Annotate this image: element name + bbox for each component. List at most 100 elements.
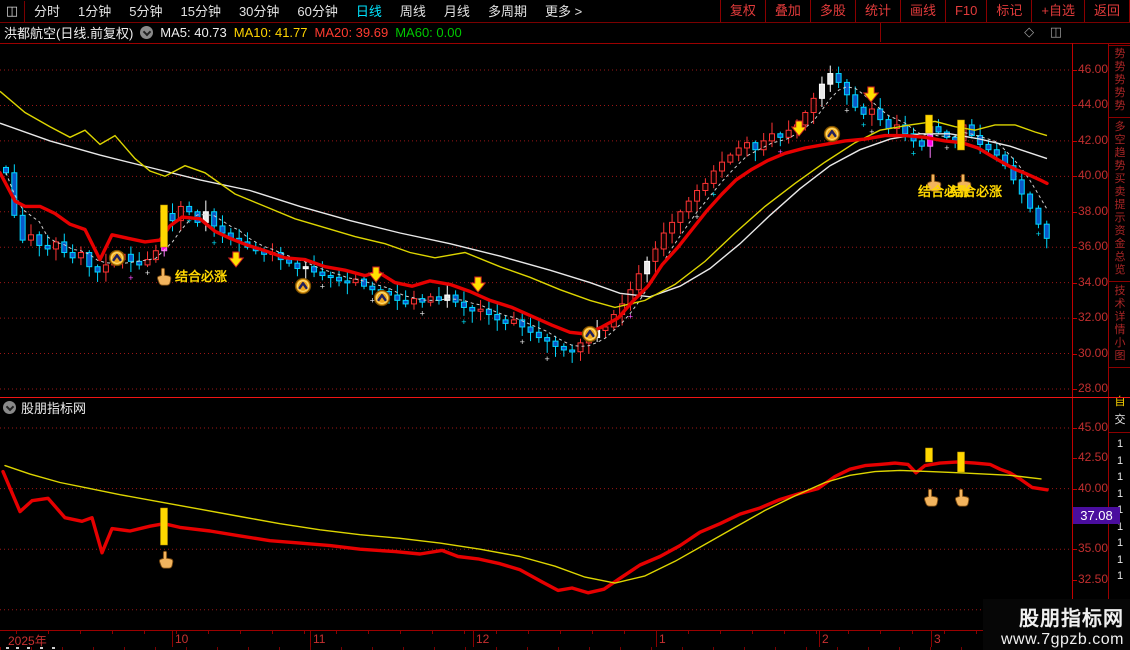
axis-tick <box>1072 176 1077 178</box>
x-axis-label: 12 <box>476 632 490 646</box>
x-minor-tick <box>272 631 273 634</box>
x-minor-tick <box>688 631 689 634</box>
x-axis: 2025年 10 11 12 1 2 3 <box>0 630 1130 648</box>
sidebar-item[interactable]: 术 <box>1109 298 1130 311</box>
x-minor-tick <box>752 631 753 634</box>
tab-分时[interactable]: 分时 <box>25 1 69 22</box>
x-axis-label: 10 <box>175 632 189 646</box>
sidebar-separator <box>1109 367 1130 368</box>
price-axis-label: 45.00 <box>1078 420 1109 434</box>
price-axis-label: 32.50 <box>1078 571 1109 586</box>
tab-60分钟[interactable]: 60分钟 <box>288 1 346 22</box>
watermark-title: 股朋指标网 <box>1019 608 1124 630</box>
tab-日线[interactable]: 日线 <box>347 1 391 22</box>
x-minor-tick <box>944 631 945 634</box>
price-axis-label: 38.00 <box>1078 203 1109 218</box>
x-axis-label: 2 <box>822 632 829 646</box>
tab-5分钟[interactable]: 5分钟 <box>120 1 171 22</box>
period-tabs: 分时 1分钟 5分钟 15分钟 30分钟 60分钟 日线 周线 月线 多周期 更多 > <box>25 0 591 22</box>
x-minor-tick <box>432 631 433 634</box>
x-minor-tick <box>400 631 401 634</box>
ma5-readout: MA5: 40.73 <box>160 25 227 40</box>
axis-tick <box>1072 247 1077 249</box>
axis-tick <box>1072 105 1077 107</box>
price-axis-label: 36.00 <box>1078 239 1109 254</box>
ma20-readout: MA20: 39.69 <box>314 25 389 40</box>
x-minor-tick <box>976 631 977 634</box>
sub-chart-panel[interactable] <box>0 416 1072 629</box>
tab-更多 >[interactable]: 更多 > <box>536 1 591 22</box>
price-axis-label: 32.00 <box>1078 310 1109 325</box>
axis-tick <box>1072 388 1077 390</box>
sidebar-item[interactable]: 资 <box>1109 225 1130 238</box>
current-value-badge: 37.08 <box>1073 507 1120 524</box>
axis-tick <box>1072 579 1077 581</box>
x-minor-tick <box>848 631 849 634</box>
axis-tick <box>1072 428 1077 429</box>
sidebar-separator <box>1109 45 1130 46</box>
x-axis-label: 1 <box>659 632 666 646</box>
x-minor-tick <box>144 631 145 634</box>
price-axis-label: 30.00 <box>1078 345 1109 360</box>
sidebar-item[interactable]: 卖 <box>1109 186 1130 199</box>
stock-title[interactable]: 洪都航空(日线.前复权) <box>4 23 133 42</box>
month-separator <box>656 631 657 647</box>
axis-tick <box>1072 318 1077 320</box>
sub-chart-title: 股朋指标网 <box>21 400 87 416</box>
x-minor-tick <box>336 631 337 634</box>
axis-tick <box>1072 458 1077 460</box>
axis-tick <box>1072 211 1077 213</box>
button-标记[interactable]: 标记 <box>987 0 1033 22</box>
sidebar-item[interactable]: 趋 <box>1109 147 1130 160</box>
tab-30分钟[interactable]: 30分钟 <box>230 1 288 22</box>
button-复权[interactable]: 复权 <box>721 0 766 22</box>
title-bar: 洪都航空(日线.前复权) MA5: 40.73 MA10: 41.77 MA20… <box>0 23 881 42</box>
price-axis-label: 42.00 <box>1078 132 1109 147</box>
sidebar-item[interactable]: 情 <box>1109 324 1130 337</box>
cropped-text-fragment <box>6 647 9 649</box>
chevron-down-icon[interactable] <box>140 26 154 39</box>
x-minor-tick <box>112 631 113 634</box>
cropped-text-fragment <box>27 647 30 649</box>
button-返回[interactable]: 返回 <box>1085 0 1130 22</box>
x-minor-tick <box>784 631 785 634</box>
button-+自选[interactable]: +自选 <box>1032 0 1085 22</box>
chevron-down-icon[interactable] <box>3 400 16 414</box>
sidebar-count[interactable]: 1 <box>1109 438 1130 451</box>
sidebar-item[interactable]: 势 <box>1109 48 1130 61</box>
button-叠加[interactable]: 叠加 <box>766 0 811 22</box>
x-minor-tick <box>304 631 305 634</box>
price-axis-label: 34.00 <box>1078 274 1109 289</box>
cropped-text-fragment <box>16 647 19 649</box>
cropped-text-fragment <box>52 647 55 649</box>
button-多股[interactable]: 多股 <box>811 0 856 22</box>
button-画线[interactable]: 画线 <box>901 0 946 22</box>
x-minor-tick <box>560 631 561 634</box>
price-axis-line <box>1072 43 1073 647</box>
sidebar-count[interactable]: 1 <box>1109 554 1130 567</box>
x-minor-tick <box>240 631 241 634</box>
month-separator <box>172 631 173 647</box>
button-F10[interactable]: F10 <box>946 0 988 22</box>
main-chart-panel[interactable] <box>0 44 1072 397</box>
x-axis-label: 11 <box>313 632 326 646</box>
month-separator <box>473 631 474 647</box>
x-minor-tick <box>48 631 49 634</box>
axis-tick <box>1072 282 1077 284</box>
price-axis-label: 35.00 <box>1078 541 1109 556</box>
x-minor-tick <box>368 631 369 634</box>
tab-周线[interactable]: 周线 <box>391 1 435 22</box>
ma10-readout: MA10: 41.77 <box>233 25 308 40</box>
tab-1分钟[interactable]: 1分钟 <box>69 1 120 22</box>
tab-多周期[interactable]: 多周期 <box>479 1 536 22</box>
sub-chart-header: 股朋指标网 <box>0 397 1130 416</box>
layout-icon[interactable]: ◫ <box>0 0 25 22</box>
x-minor-tick <box>80 631 81 634</box>
axis-tick <box>1072 140 1077 142</box>
tab-15分钟[interactable]: 15分钟 <box>171 1 229 22</box>
x-minor-tick <box>208 631 209 634</box>
x-minor-tick <box>528 631 529 634</box>
button-统计[interactable]: 统计 <box>856 0 901 22</box>
tab-月线[interactable]: 月线 <box>435 1 479 22</box>
tdx-app: ◫ 分时 1分钟 5分钟 15分钟 30分钟 60分钟 日线 周线 月线 多周期 更多 > 复权 叠加… <box>0 0 1130 650</box>
